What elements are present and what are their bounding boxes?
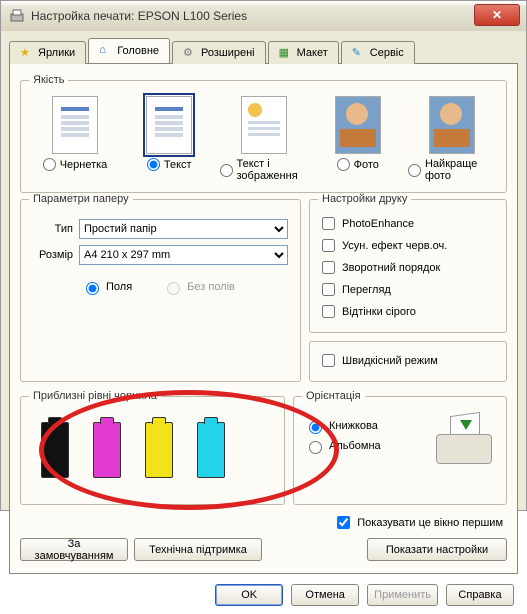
thumb-photo <box>335 96 381 154</box>
tab-label: Головне <box>117 45 159 57</box>
opt-redeye[interactable]: Усун. ефект черв.оч. <box>318 236 498 255</box>
quality-option-text[interactable]: Текст <box>125 96 213 182</box>
paper-size-select[interactable]: A4 210 x 297 mm <box>79 245 288 265</box>
opt-photoenhance[interactable]: PhotoEnhance <box>318 214 498 233</box>
chk-preview[interactable] <box>322 283 335 296</box>
paper-type-label: Тип <box>33 223 79 235</box>
ink-yellow <box>145 422 173 478</box>
orient-portrait-radio[interactable] <box>309 421 322 434</box>
opt-fast[interactable]: Швидкісний режим <box>318 351 498 370</box>
margins-with-radio[interactable] <box>86 282 99 295</box>
tab-strip: ★ Ярлики ⌂ Головне ⚙ Розширені ▦ Макет ✎ Серв… <box>9 37 518 64</box>
close-button[interactable]: ✕ <box>474 4 520 26</box>
chk-redeye[interactable] <box>322 239 335 252</box>
tab-service[interactable]: ✎ Сервіс <box>341 41 415 64</box>
quality-option-textimage[interactable]: Текст і зображення <box>220 96 308 182</box>
margins-without: Без полів <box>162 279 235 295</box>
opt-preview[interactable]: Перегляд <box>318 280 498 299</box>
quality-radio-textimage[interactable] <box>220 164 233 177</box>
orient-legend: Орієнтація <box>302 390 365 402</box>
quality-radio-bestphoto[interactable] <box>408 164 421 177</box>
tab-label: Розширені <box>201 47 255 59</box>
opt-grayscale[interactable]: Відтінки сірого <box>318 302 498 321</box>
paper-group: Параметри паперу Тип Простий папір Розмі… <box>20 193 301 382</box>
tab-advanced[interactable]: ⚙ Розширені <box>172 41 266 64</box>
ink-black <box>41 422 69 478</box>
show-first-row[interactable]: Показувати це вікно першим <box>20 513 503 532</box>
thumb-text <box>146 96 192 154</box>
cancel-button[interactable]: Отмена <box>291 584 359 606</box>
thumb-textimage <box>241 96 287 154</box>
quality-label: Найкраще фото <box>425 158 496 182</box>
tab-layout[interactable]: ▦ Макет <box>268 41 339 64</box>
chk-grayscale[interactable] <box>322 305 335 318</box>
chk-show-first[interactable] <box>337 516 350 529</box>
defaults-button[interactable]: За замовчуванням <box>20 538 128 561</box>
thumb-bestphoto <box>429 96 475 154</box>
paper-legend: Параметри паперу <box>29 193 133 205</box>
quality-option-photo[interactable]: Фото <box>314 96 402 182</box>
layout-icon: ▦ <box>279 46 293 60</box>
orientation-group: Орієнтація Книжкова Альбомна <box>293 390 507 505</box>
quality-group: Якість Чернетка Текст Текст і зображення… <box>20 74 507 193</box>
quality-label: Чернетка <box>60 159 108 171</box>
panel-main: Якість Чернетка Текст Текст і зображення… <box>9 64 518 574</box>
paper-type-select[interactable]: Простий папір <box>79 219 288 239</box>
chk-reverse[interactable] <box>322 261 335 274</box>
quality-option-draft[interactable]: Чернетка <box>31 96 119 182</box>
apply-button: Применить <box>367 584 438 606</box>
tab-label: Ярлики <box>38 47 75 59</box>
chk-photoenhance[interactable] <box>322 217 335 230</box>
tech-support-button[interactable]: Технічна підтримка <box>134 538 262 561</box>
close-icon: ✕ <box>492 8 502 22</box>
show-settings-button[interactable]: Показати настройки <box>367 538 507 561</box>
star-icon: ★ <box>20 46 34 60</box>
quality-radio-draft[interactable] <box>43 158 56 171</box>
quality-option-bestphoto[interactable]: Найкраще фото <box>408 96 496 182</box>
margins-without-radio <box>167 282 180 295</box>
tab-label: Макет <box>297 47 328 59</box>
thumb-draft <box>52 96 98 154</box>
ink-legend: Приблизні рівні чорнила <box>29 390 161 402</box>
printer-icon <box>432 414 496 468</box>
quality-label: Текст <box>164 159 192 171</box>
margins-with[interactable]: Поля <box>81 279 132 295</box>
quality-legend: Якість <box>29 74 68 86</box>
window-title: Настройка печати: EPSON L100 Series <box>31 9 247 23</box>
tab-main[interactable]: ⌂ Головне <box>88 38 170 63</box>
print-options-group: Настройки друку PhotoEnhance Усун. ефект… <box>309 193 507 333</box>
home-icon: ⌂ <box>99 44 113 58</box>
ink-cyan <box>197 422 225 478</box>
gear-icon: ⚙ <box>183 46 197 60</box>
opt-reverse[interactable]: Зворотний порядок <box>318 258 498 277</box>
ink-group: Приблизні рівні чорнила <box>20 390 285 505</box>
chk-fast[interactable] <box>322 354 335 367</box>
paper-size-label: Розмір <box>33 249 79 261</box>
orient-landscape-radio[interactable] <box>309 441 322 454</box>
printopts-legend: Настройки друку <box>318 193 411 205</box>
orient-portrait[interactable]: Книжкова <box>304 418 381 434</box>
fast-group: Швидкісний режим <box>309 341 507 382</box>
quality-label: Фото <box>354 159 379 171</box>
ok-button[interactable]: OK <box>215 584 283 606</box>
tab-label: Сервіс <box>370 47 404 59</box>
quality-radio-photo[interactable] <box>337 158 350 171</box>
help-button[interactable]: Справка <box>446 584 514 606</box>
tab-shortcuts[interactable]: ★ Ярлики <box>9 41 86 64</box>
show-first-label: Показувати це вікно першим <box>357 517 503 529</box>
quality-label: Текст і зображення <box>237 158 308 182</box>
titlebar: Настройка печати: EPSON L100 Series ✕ <box>1 1 526 31</box>
dialog-buttons: OK Отмена Применить Справка <box>9 584 518 606</box>
app-icon <box>9 8 25 24</box>
quality-radio-text[interactable] <box>147 158 160 171</box>
ink-magenta <box>93 422 121 478</box>
orient-landscape[interactable]: Альбомна <box>304 438 381 454</box>
wand-icon: ✎ <box>352 46 366 60</box>
